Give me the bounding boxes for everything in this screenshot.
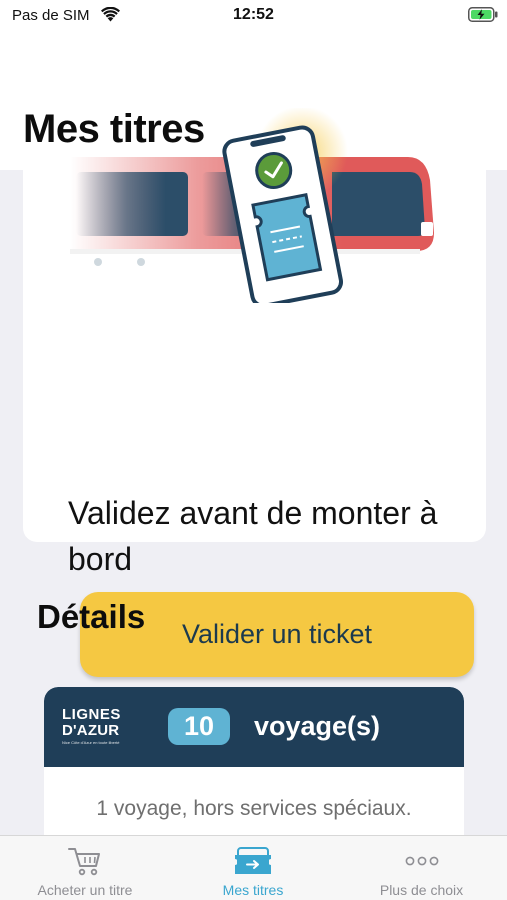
lignes-dazur-logo: LIGNES D'AZUR Nice Côte d'Azur en toute … xyxy=(62,707,134,749)
brand-tagline: Nice Côte d'Azur en toute liberté xyxy=(62,740,120,745)
battery-charging-icon xyxy=(468,7,498,22)
validate-message: Validez avant de monter à bord xyxy=(68,495,438,577)
clock: 12:52 xyxy=(233,6,274,23)
details-heading: Détails xyxy=(37,598,146,635)
status-bar: Pas de SIM 12:52 xyxy=(0,0,507,34)
ticket-card[interactable]: LIGNES D'AZUR Nice Côte d'Azur en toute … xyxy=(44,687,464,847)
screen: Pas de SIM 12:52 Validez avant de monter… xyxy=(0,0,507,900)
more-dots-icon xyxy=(405,856,438,866)
cart-icon xyxy=(68,848,100,876)
tab-label-more: Plus de choix xyxy=(379,882,464,898)
trip-unit-label: voyage(s) xyxy=(254,711,381,741)
tickets-icon xyxy=(235,847,271,874)
ticket-header: LIGNES D'AZUR Nice Côte d'Azur en toute … xyxy=(44,687,464,767)
tab-my-tickets[interactable]: Mes titres xyxy=(170,836,336,900)
brand-line2: D'AZUR xyxy=(62,722,120,739)
trip-count-badge: 10 xyxy=(168,708,230,745)
tab-more-options[interactable]: Plus de choix xyxy=(336,836,507,900)
tab-label-my-tickets: Mes titres xyxy=(222,882,284,898)
tab-label-buy: Acheter un titre xyxy=(37,882,133,898)
tab-bar: Acheter un titre Mes titres Plus de choi… xyxy=(0,835,507,900)
ticket-description: 1 voyage, hors services spéciaux. xyxy=(96,797,412,820)
tab-buy-ticket[interactable]: Acheter un titre xyxy=(0,836,170,900)
brand-line1: LIGNES xyxy=(62,706,121,723)
page-title: Mes titres xyxy=(23,107,205,151)
